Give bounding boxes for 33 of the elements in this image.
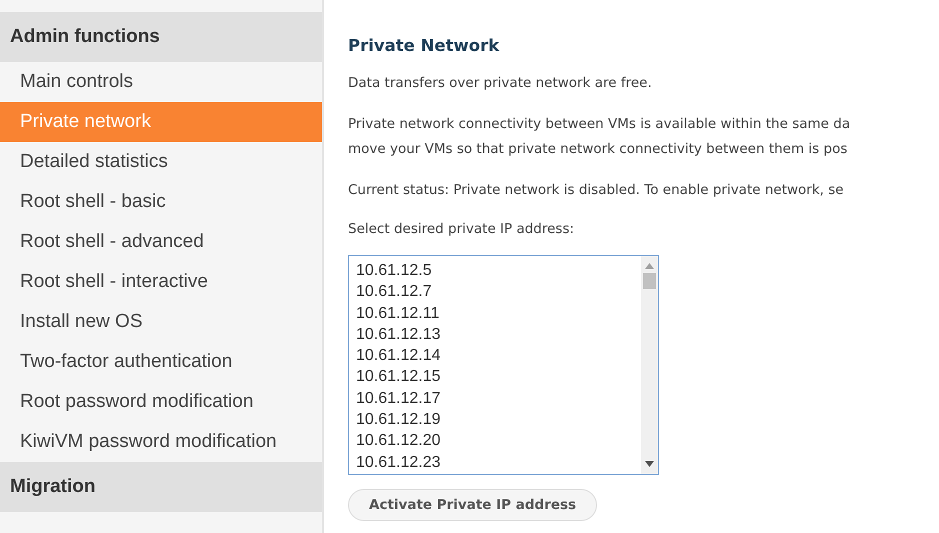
list-option[interactable]: 10.61.12.7 <box>356 281 641 303</box>
list-option[interactable]: 10.61.12.15 <box>356 366 641 388</box>
sidebar-item[interactable]: Root shell - advanced <box>0 222 322 262</box>
ip-address-list[interactable]: 10.61.12.5 10.61.12.7 10.61.12.11 10.61.12.13 10.61.12.14 10.61.12.15 10.61.12.17 10.61.12.19 10.61.12.20 10.61.12.23 <box>348 255 659 475</box>
sidebar-section-header: Admin functions <box>0 12 322 62</box>
list-option[interactable]: 10.61.12.13 <box>356 324 641 346</box>
scrollbar[interactable] <box>641 256 658 474</box>
list-option[interactable]: 10.61.12.17 <box>356 388 641 410</box>
sidebar-item[interactable]: KiwiVM password modification <box>0 422 322 462</box>
list-option[interactable]: 10.61.12.23 <box>356 452 641 473</box>
scroll-thumb[interactable] <box>643 273 656 289</box>
sidebar-item[interactable]: Two-factor authentication <box>0 342 322 382</box>
list-option[interactable]: 10.61.12.11 <box>356 302 641 324</box>
page-heading: Private Network <box>348 36 500 55</box>
sidebar-item[interactable]: Install new OS <box>0 302 322 342</box>
sidebar-item[interactable]: Detailed statistics <box>0 142 322 182</box>
paragraph-line: Data transfers over private network are free. <box>348 74 653 93</box>
list-option[interactable]: 10.61.12.20 <box>356 430 641 452</box>
paragraph-line: move your VMs so that private network connectivity between them is pos <box>348 140 848 159</box>
scroll-down-icon[interactable] <box>645 461 654 467</box>
sidebar-item[interactable]: Root shell - interactive <box>0 262 322 302</box>
sidebar-section-header: Migration <box>0 462 322 512</box>
select-label: Select desired private IP address: <box>348 220 576 239</box>
list-option[interactable]: 10.61.12.19 <box>356 409 641 430</box>
list-option[interactable]: 10.61.12.5 <box>356 260 641 282</box>
sidebar-item[interactable]: Root password modification <box>0 382 322 422</box>
paragraph-line: Private network connectivity between VMs is available within the same da <box>348 115 852 134</box>
paragraph-line: Current status: Private network is disabled. To enable private network, se <box>348 181 845 200</box>
list-option[interactable]: 10.61.12.14 <box>356 345 641 366</box>
sidebar-item[interactable]: Main controls <box>0 62 322 102</box>
activate-button[interactable]: Activate Private IP address <box>348 489 598 521</box>
sidebar-item[interactable]: Root shell - basic <box>0 182 322 222</box>
scroll-up-icon[interactable] <box>645 263 654 269</box>
